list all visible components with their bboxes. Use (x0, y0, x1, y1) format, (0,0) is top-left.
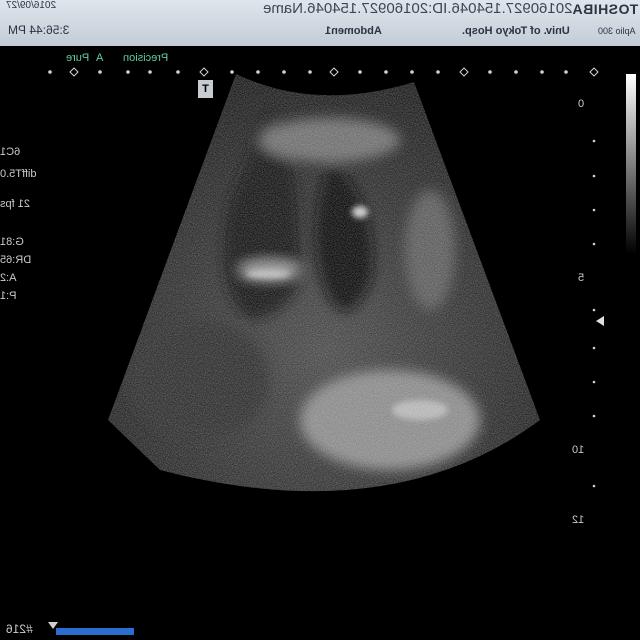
ultrasound-scan-image (108, 74, 540, 492)
grayscale-bar (626, 74, 636, 254)
depth-label-12: 12 (572, 514, 585, 526)
cine-progress-bar (56, 628, 134, 635)
frame-number-label: #216 (6, 622, 33, 636)
p-value-label: P:1 (0, 290, 17, 302)
depth-label-10: 10 (572, 444, 585, 456)
depth-label-0: 0 (578, 98, 585, 110)
gain-label: G:81 (0, 236, 24, 248)
preset-label: diffT5.0 (0, 168, 37, 180)
focus-depth-marker (596, 316, 604, 326)
a-value-label: A:2 (0, 272, 17, 284)
probe-label: 6C1 (0, 146, 21, 158)
depth-label-5: 5 (578, 272, 585, 284)
dynamic-range-label: DR:65 (0, 254, 32, 266)
lateral-scale (48, 67, 599, 77)
sector-image (108, 74, 540, 492)
orientation-marker: T (198, 80, 213, 98)
frame-rate-label: 21 fps (0, 198, 30, 210)
